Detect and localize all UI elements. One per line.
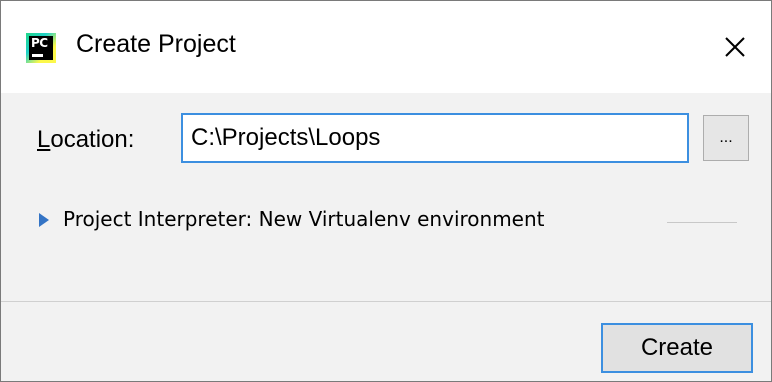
location-label-mnemonic: L xyxy=(37,126,51,153)
location-label: Location: xyxy=(37,126,134,154)
expand-triangle-icon[interactable] xyxy=(39,213,49,227)
footer-divider xyxy=(1,301,771,302)
app-icon-text: PC xyxy=(31,36,48,50)
project-interpreter-label[interactable]: Project Interpreter: New Virtualenv envi… xyxy=(63,207,545,231)
close-icon[interactable] xyxy=(717,29,753,65)
location-label-text: ocation: xyxy=(50,126,135,153)
app-icon-inner: PC xyxy=(29,36,53,60)
browse-button[interactable]: ... xyxy=(703,115,749,161)
pycharm-app-icon: PC xyxy=(26,33,56,63)
create-button[interactable]: Create xyxy=(601,323,753,373)
app-icon-bar xyxy=(32,54,43,57)
interpreter-separator xyxy=(667,222,737,223)
title-bar: PC Create Project xyxy=(1,1,771,93)
dialog-title: Create Project xyxy=(76,30,236,58)
location-input[interactable] xyxy=(181,113,689,163)
create-project-dialog: PC Create Project Location: ... Project … xyxy=(0,0,772,382)
project-interpreter-toggle[interactable]: Project Interpreter: New Virtualenv envi… xyxy=(39,207,739,237)
